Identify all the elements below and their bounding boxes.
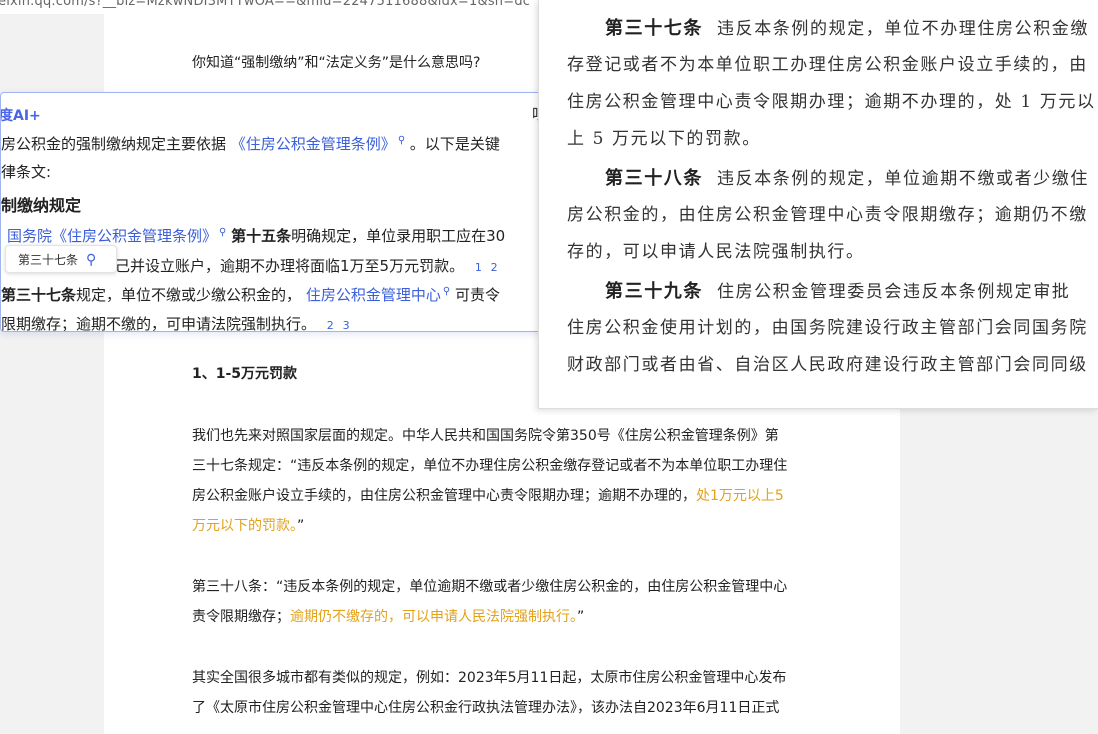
- article-38-line-1: 第三十八条 违反本条例的规定，单位逾期不缴或者少缴住: [605, 160, 1097, 198]
- law-document-panel: 第三十七条 违反本条例的规定，单位不办理住房公积金缴 存登记或者不为本单位职工办理…: [538, 0, 1098, 409]
- ai-brand-label: 度AI+: [0, 108, 41, 124]
- article-15-ref: 第十五条: [231, 227, 292, 245]
- article-39-line-1: 第三十九条 住房公积金管理委员会违反本条例规定审批: [605, 273, 1097, 311]
- citation-2[interactable]: 2: [491, 261, 498, 274]
- article-39-text-1: 住房公积金管理委员会违反本条例规定审批: [717, 282, 1071, 302]
- search-icon[interactable]: ⚲: [86, 252, 96, 268]
- ai-line-1: 房公积金的强制缴纳规定主要依据 《住房公积金管理条例》 ⚲ 。以下是关键: [1, 133, 500, 154]
- para2-end: ”: [577, 609, 585, 625]
- address-bar[interactable]: eixin.qq.com/s?__biz=MzkwNDI3MTYwOA==&mi…: [0, 0, 560, 14]
- ai-line-2: 律条文:: [1, 163, 52, 181]
- ai-line-4-tail: 明确规定，单位录用职工应在30: [291, 227, 506, 245]
- ai-line-5-text: 己并设立账户，逾期不办理将面临1万至5万元罚款。: [115, 257, 465, 275]
- article-paragraph-1: 我们也先来对照国家层面的规定。中华人民共和国国务院令第350号《住房公积金管理条…: [192, 421, 862, 541]
- ai-line-6: 第三十七条规定，单位不缴或少缴公积金的， 住房公积金管理中心 ⚲ 可责令: [1, 284, 500, 305]
- search-icon[interactable]: ⚲: [443, 286, 450, 297]
- ai-line-6-text: 规定，单位不缴或少缴公积金的，: [76, 286, 302, 304]
- ai-line-7-text: 限期缴存；逾期不缴的，可申请法院强制执行。: [1, 315, 317, 332]
- fund-center-link[interactable]: 住房公积金管理中心: [306, 286, 441, 304]
- article-37-ref: 第三十七条: [1, 286, 77, 304]
- url-text: eixin.qq.com/s?__biz=MzkwNDI3MTYwOA==&mi…: [0, 0, 531, 9]
- article-37-line-4: 上 5 万元以下的罚款。: [567, 129, 761, 149]
- citation-1[interactable]: 1: [475, 261, 482, 274]
- citation-3[interactable]: 3: [343, 319, 350, 331]
- para1-line-c: 房公积金账户设立手续的，由住房公积金管理中心责令限期办理；逾期不办理的，: [192, 488, 696, 504]
- para3-line-a: 其实全国很多城市都有类似的规定，例如：2023年5月11日起，太原市住房公积金管…: [192, 670, 787, 686]
- article-39-line-2: 住房公积金使用计划的，由国务院建设行政主管部门会同国务院: [567, 318, 1088, 338]
- ai-line-5: 己并设立账户，逾期不办理将面临1万至5万元罚款。 1 2: [115, 255, 498, 276]
- para2-line-a: 第三十八条：“违反本条例的规定，单位逾期不缴或者少缴住房公积金的，由住房公积金管…: [192, 579, 788, 595]
- article-paragraph-2: 第三十八条：“违反本条例的规定，单位逾期不缴或者少缴住房公积金的，由住房公积金管…: [192, 572, 862, 632]
- citation-2[interactable]: 2: [327, 319, 334, 331]
- ai-line-4: 国务院《住房公积金管理条例》 ⚲ 第十五条明确规定，单位录用职工应在30: [7, 225, 505, 246]
- para1-highlight-2: 万元以下的罚款。: [192, 518, 297, 534]
- search-tooltip[interactable]: 第三十七条 ⚲: [5, 245, 117, 273]
- search-icon[interactable]: ⚲: [398, 135, 405, 146]
- para1-line-a: 我们也先来对照国家层面的规定。中华人民共和国国务院令第350号《住房公积金管理条…: [192, 428, 779, 444]
- article-37-line-3: 住房公积金管理中心责令限期办理；逾期不办理的，处 1 万元以: [567, 92, 1096, 112]
- ai-section-heading: 制缴纳规定: [1, 196, 82, 215]
- ai-line-1-tail: 。以下是关键: [409, 135, 500, 153]
- article-39-title: 第三十九条: [605, 281, 703, 302]
- article-37-title: 第三十七条: [605, 18, 703, 39]
- para3-line-b: 了《太原市住房公积金管理中心住房公积金行政执法管理办法》，该办法自2023年6月…: [192, 700, 780, 716]
- para1-end: ”: [297, 518, 305, 534]
- para1-highlight-1: 处1万元以上5: [696, 488, 784, 504]
- tooltip-label: 第三十七条: [18, 253, 79, 267]
- article-37-line-1: 第三十七条 违反本条例的规定，单位不办理住房公积金缴: [605, 10, 1097, 48]
- para2-line-b: 责令限期缴存；: [192, 609, 290, 625]
- para2-highlight: 逾期仍不缴存的，可以申请人民法院强制执行。: [290, 609, 577, 625]
- article-37-line-2: 存登记或者不为本单位职工办理住房公积金账户设立手续的，由: [567, 55, 1088, 75]
- ai-line-1-text: 房公积金的强制缴纳规定主要依据: [1, 135, 227, 153]
- ai-line-6-tail: 可责令: [454, 286, 500, 304]
- article-38-title: 第三十八条: [605, 168, 703, 189]
- para1-line-b: 三十七条规定：“违反本条例的规定，单位不办理住房公积金缴存登记或者不为本单位职工…: [192, 458, 788, 474]
- state-council-regulation-link[interactable]: 国务院《住房公积金管理条例》: [7, 227, 217, 245]
- ai-answer-popup: 度AI+ 听 房公积金的强制缴纳规定主要依据 《住房公积金管理条例》⚲ 。以下是…: [0, 92, 556, 332]
- article-38-line-2: 房公积金的，由住房公积金管理中心责令限期缴存；逾期仍不缴: [567, 205, 1088, 225]
- article-37-text-1: 违反本条例的规定，单位不办理住房公积金缴: [717, 19, 1089, 39]
- article-39-line-3: 财政部门或者由省、自治区人民政府建设行政主管部门会同同级: [567, 355, 1088, 375]
- search-icon[interactable]: ⚲: [219, 227, 226, 238]
- article-38-line-3: 存的，可以申请人民法院强制执行。: [567, 242, 865, 262]
- regulation-link[interactable]: 《住房公积金管理条例》: [231, 135, 396, 153]
- article-38-text-1: 违反本条例的规定，单位逾期不缴或者少缴住: [717, 169, 1089, 189]
- ai-line-7: 限期缴存；逾期不缴的，可申请法院强制执行。 2 3: [1, 313, 350, 332]
- article-paragraph-3: 其实全国很多城市都有类似的规定，例如：2023年5月11日起，太原市住房公积金管…: [192, 663, 862, 723]
